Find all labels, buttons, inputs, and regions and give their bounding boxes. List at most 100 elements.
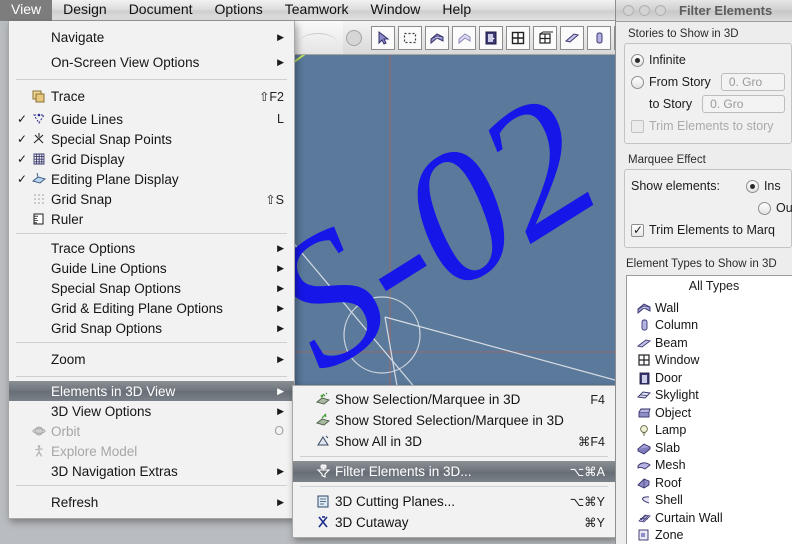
element-type-door[interactable]: Door	[627, 369, 792, 387]
element-type-label: Lamp	[655, 423, 687, 438]
element-type-label: Mesh	[655, 458, 686, 473]
menu-item-3d-view-options[interactable]: 3D View Options ▶	[9, 401, 294, 421]
from-story-label: From Story	[649, 75, 711, 89]
menubar-item-help[interactable]: Help	[431, 0, 482, 21]
menu-item-guide-line-options[interactable]: Guide Line Options ▶	[9, 258, 294, 278]
close-button[interactable]	[623, 5, 634, 16]
toolbar	[343, 21, 626, 55]
window-tool-button[interactable]	[506, 25, 530, 50]
curtain-wall-tool-button[interactable]	[452, 25, 476, 50]
show-elements-row: Show elements: Ins	[631, 175, 785, 197]
element-types-list[interactable]: All Types Wall Column Beam Window Door Skylig…	[626, 275, 792, 544]
door-tool-button[interactable]	[479, 25, 503, 50]
from-story-radio[interactable]	[631, 75, 644, 89]
menu-item-filter-elements-in-3d[interactable]: Filter Elements in 3D... ⌥⌘A	[293, 461, 615, 482]
show-all-3d-icon	[313, 434, 333, 449]
wall-tool-button[interactable]	[425, 25, 449, 50]
menu-item-guide-lines[interactable]: ✓ Guide Lines L	[9, 109, 294, 129]
element-type-column[interactable]: Column	[627, 317, 792, 335]
menu-item-special-snap-options[interactable]: Special Snap Options ▶	[9, 278, 294, 298]
arrow-tool-button[interactable]	[371, 25, 395, 50]
element-type-mesh[interactable]: Mesh	[627, 457, 792, 475]
menu-item-show-all-in-3d[interactable]: Show All in 3D ⌘F4	[293, 431, 615, 452]
element-type-window[interactable]: Window	[627, 352, 792, 370]
trace-icon	[29, 90, 49, 104]
menubar-item-window[interactable]: Window	[360, 0, 432, 21]
minimize-button[interactable]	[639, 5, 650, 16]
marquee-tool-button[interactable]	[398, 25, 422, 50]
element-type-roof[interactable]: Roof	[627, 474, 792, 492]
menu-item-trace-options[interactable]: Trace Options ▶	[9, 238, 294, 258]
submenu-arrow-icon: ▶	[277, 282, 284, 293]
from-story-row[interactable]: From Story 0. Gro	[631, 71, 785, 93]
from-story-select[interactable]: 0. Gro	[720, 73, 785, 91]
menubar-item-options[interactable]: Options	[204, 0, 274, 21]
element-type-wall[interactable]: Wall	[627, 299, 792, 317]
outside-radio[interactable]	[758, 201, 771, 215]
menu-item-zoom[interactable]: Zoom ▶	[9, 347, 294, 372]
menu-item-trace[interactable]: Trace ⇧F2	[9, 84, 294, 109]
menu-item-3d-navigation-extras[interactable]: 3D Navigation Extras ▶	[9, 461, 294, 481]
menu-bar: View Design Document Options Teamwork Window H…	[0, 0, 715, 21]
shell-icon	[633, 493, 655, 507]
element-type-shell[interactable]: Shell	[627, 492, 792, 510]
trim-to-marquee-row[interactable]: Trim Elements to Marq	[631, 219, 785, 241]
inside-radio[interactable]	[745, 179, 759, 193]
trim-to-story-row[interactable]: Trim Elements to story	[631, 115, 785, 137]
menubar-item-design[interactable]: Design	[52, 0, 118, 21]
menu-item-grid-snap-options[interactable]: Grid Snap Options ▶	[9, 318, 294, 338]
menu-item-label: Show All in 3D	[335, 434, 423, 449]
menu-item-editing-plane-display[interactable]: ✓ Editing Plane Display	[9, 169, 294, 189]
curtain-wall-icon	[633, 511, 655, 525]
menubar-item-document[interactable]: Document	[118, 0, 204, 21]
submenu-arrow-icon: ▶	[277, 32, 284, 42]
menu-item-show-selection-marquee-in-3d[interactable]: Show Selection/Marquee in 3D F4	[293, 389, 615, 410]
menu-item-grid-editing-plane-options[interactable]: Grid & Editing Plane Options ▶	[9, 298, 294, 318]
menu-item-show-stored-selection-marquee-in-3d[interactable]: Show Stored Selection/Marquee in 3D	[293, 410, 615, 431]
to-story-select[interactable]: 0. Gro	[702, 95, 785, 113]
menu-item-special-snap-points[interactable]: ✓ Special Snap Points	[9, 129, 294, 149]
stories-group-label: Stories to Show in 3D	[628, 28, 739, 40]
element-type-curtain-wall[interactable]: Curtain Wall	[627, 509, 792, 527]
menu-separator	[16, 376, 287, 377]
menu-item-3d-cutaway[interactable]: 3D Cutaway ⌘Y	[293, 512, 615, 533]
menubar-item-teamwork[interactable]: Teamwork	[274, 0, 360, 21]
menu-item-3d-cutting-planes[interactable]: 3D Cutting Planes... ⌥⌘Y	[293, 491, 615, 512]
menu-item-refresh[interactable]: Refresh ▶	[9, 490, 294, 515]
infinite-radio[interactable]	[631, 53, 644, 67]
menu-item-label: 3D Cutaway	[335, 515, 409, 530]
element-type-zone[interactable]: Zone	[627, 527, 792, 544]
element-type-object[interactable]: Object	[627, 404, 792, 422]
object-icon	[633, 406, 655, 420]
zoom-button[interactable]	[655, 5, 666, 16]
element-type-slab[interactable]: Slab	[627, 439, 792, 457]
shortcut-key: ⌘F4	[577, 435, 605, 449]
to-story-row[interactable]: to Story 0. Gro	[631, 93, 785, 115]
check-mark: ✓	[16, 152, 28, 166]
menubar-item-view[interactable]: View	[0, 0, 53, 21]
menu-item-grid-display[interactable]: ✓ Grid Display	[9, 149, 294, 169]
dialog-titlebar[interactable]: Filter Elements	[616, 0, 792, 22]
menu-item-elements-in-3d-view[interactable]: Elements in 3D View ▶	[9, 381, 294, 401]
menu-item-on-screen-view-options[interactable]: On-Screen View Options ▶	[9, 50, 294, 75]
menu-item-ruler[interactable]: Ruler	[9, 209, 294, 229]
toolbar-handle[interactable]	[346, 29, 362, 46]
trim-to-story-checkbox[interactable]	[631, 119, 644, 133]
column-tool-button[interactable]	[587, 25, 611, 50]
outside-row[interactable]: Ou	[631, 197, 792, 219]
element-type-skylight[interactable]: Skylight	[627, 387, 792, 405]
beam-tool-button[interactable]	[560, 25, 584, 50]
element-type-beam[interactable]: Beam	[627, 334, 792, 352]
window-grid-tool-button[interactable]	[533, 25, 557, 50]
menu-item-label: Orbit	[51, 423, 81, 439]
skylight-icon	[633, 388, 655, 402]
trim-to-marquee-checkbox[interactable]	[631, 223, 644, 237]
all-types-header[interactable]: All Types	[627, 276, 792, 299]
infinite-radio-row[interactable]: Infinite	[631, 49, 785, 71]
editing-plane-icon	[29, 172, 49, 186]
element-type-lamp[interactable]: Lamp	[627, 422, 792, 440]
orbit-icon	[29, 424, 49, 438]
menu-item-navigate[interactable]: Navigate ▶	[9, 25, 294, 50]
element-type-label: Roof	[655, 475, 682, 490]
menu-item-grid-snap[interactable]: Grid Snap ⇧S	[9, 189, 294, 209]
